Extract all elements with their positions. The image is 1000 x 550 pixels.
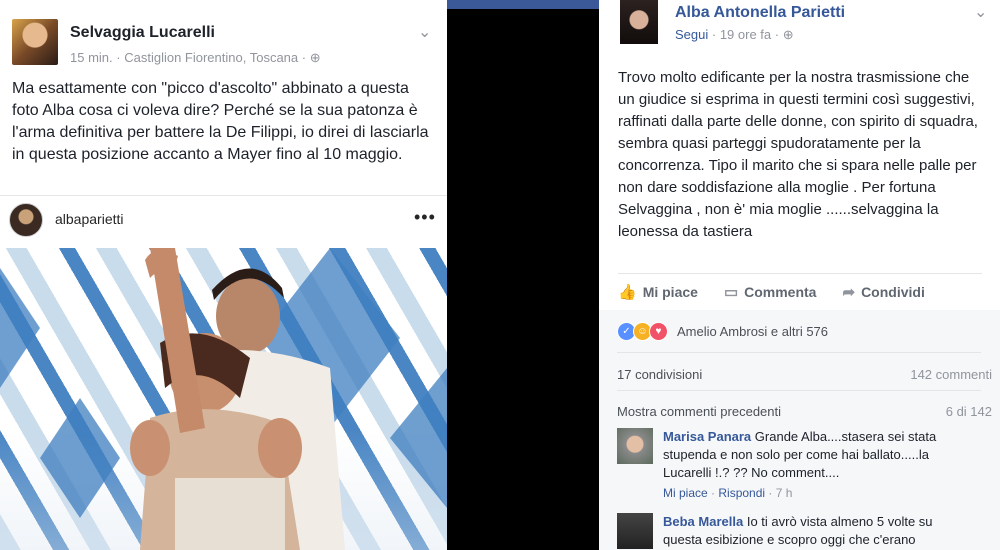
post-text: Trovo molto edificante per la nostra tra… [618,69,978,240]
author-avatar[interactable] [620,0,658,44]
comment-button[interactable]: ▭ Commenta [724,283,817,301]
reactions-summary[interactable]: Amelio Ambrosi e altri 576 [677,324,828,339]
comment-label: Commenta [744,284,817,300]
reaction-icons[interactable]: ✓ ☺ ♥ [617,322,668,341]
show-previous-comments-link[interactable]: Mostra commenti precedenti [617,404,781,419]
post-text: Ma esattamente con "picco d'ascolto" abb… [12,80,429,163]
left-post: Selvaggia Lucarelli 15 min. · Castiglion… [0,0,447,550]
post-time[interactable]: 15 min. [70,50,113,65]
divider [617,390,981,391]
comment-icon: ▭ [723,284,739,301]
comment: Beba Marella Io ti avrò vista almeno 5 v… [663,513,963,549]
comment-like-link[interactable]: Mi piace [663,486,708,500]
comments-pagination: 6 di 142 [945,404,992,419]
embed-username[interactable]: albaparietti [55,211,124,227]
thumbs-up-icon: 👍 [618,284,637,301]
commenter-avatar[interactable] [617,513,653,549]
shares-count[interactable]: 17 condivisioni [617,367,702,382]
divider [0,195,447,196]
comment-time[interactable]: 7 h [776,486,793,500]
globe-icon: ⊕ [309,50,321,65]
author-avatar[interactable] [12,19,58,65]
post-meta: Segui · 19 ore fa · ⊕ [675,27,794,43]
right-post: Alba Antonella Parietti Segui · 19 ore f… [599,0,1000,550]
comment: Marisa Panara Grande Alba....stasera sei… [663,428,963,482]
comment-meta: Mi piace · Rispondi · 7 h [663,486,792,500]
chevron-down-icon[interactable]: ⌄ [418,22,431,42]
post-time[interactable]: 19 ore fa [720,27,771,42]
divider [618,273,982,274]
more-options-icon[interactable]: ••• [414,207,436,228]
follow-button[interactable]: Segui [675,27,708,42]
embed-avatar[interactable] [9,203,43,237]
commenter-name[interactable]: Beba Marella [663,514,743,529]
post-meta: 15 min. · Castiglion Fiorentino, Toscana… [70,50,321,66]
meta-dot: · [768,486,776,500]
like-label: Mi piace [642,284,698,300]
globe-icon: ⊕ [782,27,794,42]
love-reaction-icon: ♥ [649,322,668,341]
meta-dot: · [711,27,720,42]
meta-dot: · [774,27,783,42]
dancers-image [0,248,447,550]
action-bar: 👍 Mi piace ▭ Commenta ➦ Condividi [618,283,982,301]
post-photo[interactable] [0,248,447,550]
social-section: ✓ ☺ ♥ Amelio Ambrosi e altri 576 17 cond… [599,310,1000,550]
like-button[interactable]: 👍 Mi piace [618,283,698,301]
comments-count[interactable]: 142 commenti [910,367,992,382]
share-button[interactable]: ➦ Condividi [842,283,924,301]
chevron-down-icon[interactable]: ⌄ [974,2,987,22]
commenter-name[interactable]: Marisa Panara [663,429,751,444]
author-name[interactable]: Selvaggia Lucarelli [70,24,215,42]
share-icon: ➦ [842,284,856,301]
divider [617,352,981,353]
post-location[interactable]: Castiglion Fiorentino, Toscana [124,50,298,65]
author-name[interactable]: Alba Antonella Parietti [675,4,845,22]
commenter-avatar[interactable] [617,428,653,464]
meta-dot: · [301,50,310,65]
comment-reply-link[interactable]: Rispondi [718,486,765,500]
share-label: Condividi [861,284,925,300]
